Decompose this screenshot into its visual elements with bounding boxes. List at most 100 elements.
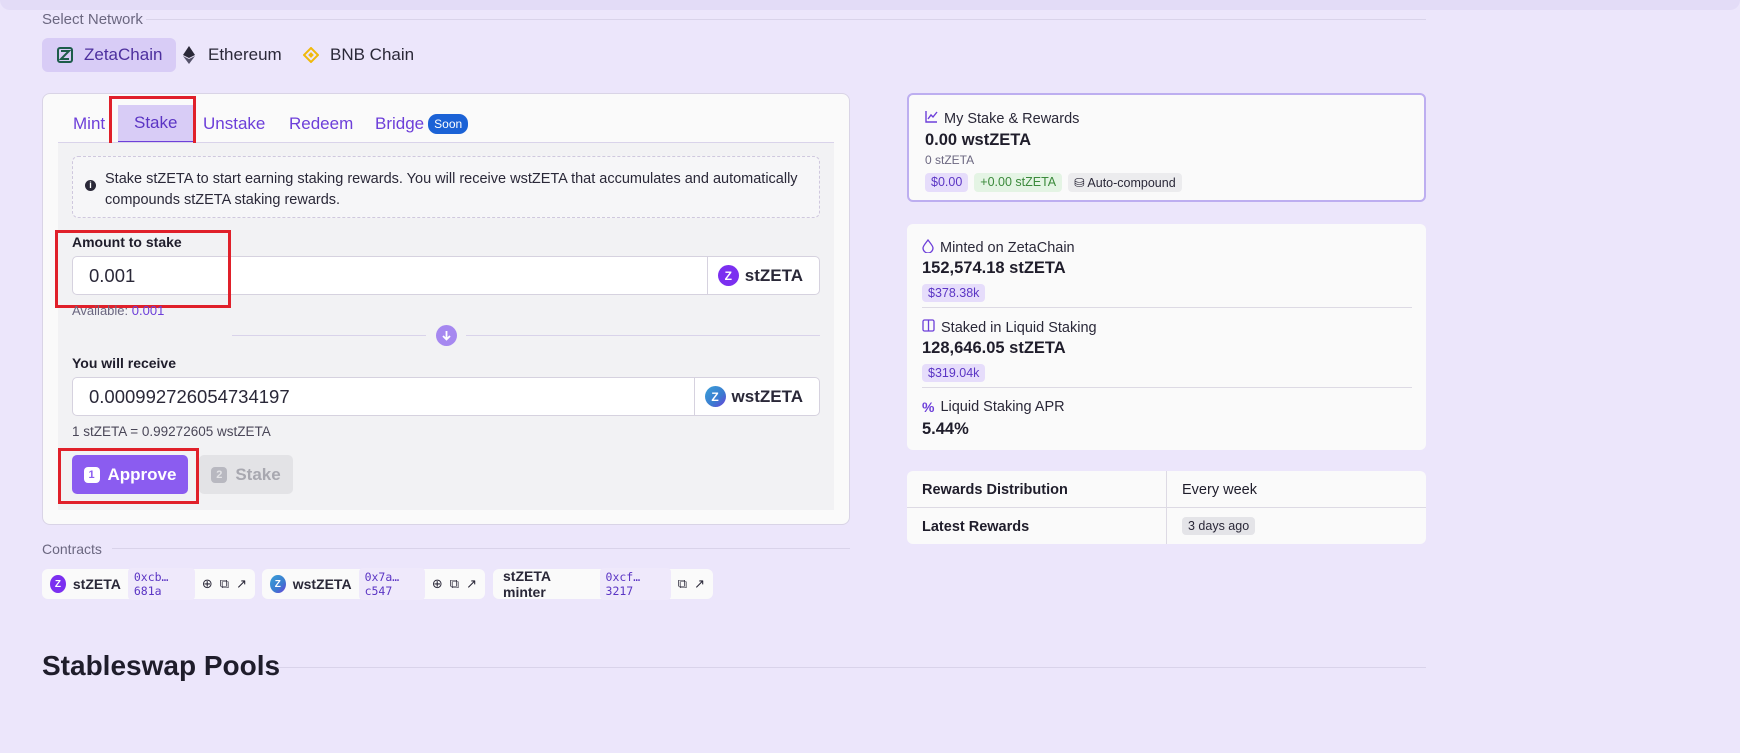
network-tab-zetachain[interactable]: ZetaChain — [42, 38, 177, 72]
receive-token-label: wstZETA — [731, 386, 803, 406]
network-tab-label: BNB Chain — [330, 45, 415, 64]
soon-badge: Soon — [428, 114, 469, 134]
top-background-strip — [0, 0, 1740, 10]
tab-mint[interactable]: Mint — [73, 105, 105, 143]
stat-apr-title-row: % Liquid Staking APR — [922, 399, 1065, 415]
network-divider — [146, 19, 1426, 20]
stat-value: 152,574.18 stZETA — [922, 259, 1066, 277]
my-stake-title: My Stake & Rewards — [944, 110, 1080, 127]
stableswap-title: Stableswap Pools — [42, 650, 281, 681]
tab-unstake[interactable]: Unstake — [203, 105, 265, 143]
swap-divider-left — [232, 335, 426, 336]
highlight-stake-tab — [109, 96, 196, 149]
amount-token: Z stZETA — [706, 257, 819, 294]
add-token-icon[interactable]: ⊕ — [202, 576, 213, 592]
copy-icon[interactable]: ⧉ — [450, 576, 459, 592]
stat-title: Staked in Liquid Staking — [941, 319, 1097, 336]
my-stake-chips: $0.00 +0.00 stZETA ⛁ Auto-compound — [925, 173, 1182, 192]
tab-redeem[interactable]: Redeem — [289, 105, 353, 143]
stat-value: 128,646.05 stZETA — [922, 339, 1066, 357]
stableswap-divider — [278, 667, 1426, 668]
available-label: Available: — [72, 303, 129, 318]
step-2-badge: 2 — [211, 466, 228, 483]
contracts-label: Contracts — [42, 541, 102, 557]
select-network-label: Select Network — [42, 11, 143, 28]
available-row: Available: 0.001 — [72, 303, 164, 318]
receive-token: Z wstZETA — [693, 378, 819, 415]
auto-compound-chip: ⛁ Auto-compound — [1068, 173, 1182, 192]
stat-usd-chip: $378.38k — [922, 284, 986, 302]
stats-divider — [922, 307, 1412, 308]
rewards-table: Rewards Distribution Every week Latest R… — [907, 471, 1426, 544]
my-stake-sub: 0 stZETA — [925, 153, 975, 167]
contract-name: stZETA minter — [503, 568, 551, 600]
receive-label: You will receive — [72, 355, 177, 371]
highlight-amount — [55, 230, 231, 308]
network-tab-bnb-chain[interactable]: BNB Chain — [288, 38, 428, 72]
table-label: Rewards Distribution — [922, 482, 1068, 498]
available-value[interactable]: 0.001 — [132, 303, 165, 318]
zetachain-icon — [56, 46, 74, 64]
tab-bridge[interactable]: Bridge Soon — [375, 105, 469, 143]
amount-token-label: stZETA — [744, 265, 803, 285]
auto-compound-label: Auto-compound — [1087, 176, 1176, 190]
contract-name: stZETA — [72, 576, 121, 592]
stat-value: 5.44% — [922, 420, 969, 438]
contract-name: wstZETA — [292, 576, 352, 592]
table-value: Every week — [1182, 482, 1257, 498]
network-tab-label: Ethereum — [208, 45, 282, 64]
network-tab-label: ZetaChain — [84, 45, 163, 64]
my-stake-title-row: My Stake & Rewards — [925, 110, 1079, 127]
my-stake-panel: My Stake & Rewards 0.00 wstZETA 0 stZETA… — [907, 93, 1426, 202]
chart-icon — [925, 110, 938, 127]
contract-address: 0xcb…681a — [127, 568, 195, 600]
external-link-icon[interactable]: ↗ — [236, 576, 247, 592]
contract-address: 0xcf…3217 — [599, 568, 671, 600]
stake-label: Stake — [235, 464, 281, 484]
usd-chip: $0.00 — [925, 173, 969, 192]
bnb-chain-icon — [302, 46, 320, 64]
contract-stzeta-minter: stZETA minter 0xcf…3217 ⧉ ↗ — [493, 568, 713, 600]
percent-icon: % — [922, 399, 935, 415]
info-box: i Stake stZETA to start earning staking … — [72, 156, 820, 218]
wstzeta-icon: Z — [704, 386, 726, 407]
external-link-icon[interactable]: ↗ — [466, 576, 477, 592]
book-icon — [922, 319, 935, 336]
table-row-divider — [907, 507, 1426, 508]
table-label: Latest Rewards — [922, 519, 1030, 535]
add-token-icon[interactable]: ⊕ — [432, 576, 443, 592]
gain-chip: +0.00 stZETA — [974, 173, 1063, 192]
exchange-rate: 1 stZETA = 0.99272605 wstZETA — [72, 424, 271, 439]
info-text: Stake stZETA to start earning staking re… — [105, 171, 798, 208]
network-tab-ethereum[interactable]: Ethereum — [166, 38, 296, 72]
stzeta-icon: Z — [717, 265, 739, 286]
highlight-approve — [58, 448, 199, 504]
contracts-divider — [112, 548, 850, 549]
stzeta-icon: Z — [50, 575, 66, 593]
stats-panel: Minted on ZetaChain 152,574.18 stZETA $3… — [907, 224, 1426, 450]
stake-button[interactable]: 2 Stake — [199, 455, 293, 494]
contract-stzeta: Z stZETA 0xcb…681a ⊕ ⧉ ↗ — [42, 568, 255, 600]
contract-address: 0x7a…c547 — [358, 568, 425, 600]
coins-icon: ⛁ — [1074, 176, 1085, 190]
copy-icon[interactable]: ⧉ — [220, 576, 229, 592]
drop-icon — [922, 238, 934, 257]
tab-bridge-label: Bridge — [375, 114, 425, 133]
swap-divider-right — [466, 335, 820, 336]
copy-icon[interactable]: ⧉ — [678, 576, 687, 592]
stat-staked-title-row: Staked in Liquid Staking — [922, 319, 1097, 336]
arrow-down-icon[interactable] — [436, 325, 457, 346]
receive-value: 0.000992726054734197 — [89, 385, 290, 407]
contract-wstzeta: Z wstZETA 0x7a…c547 ⊕ ⧉ ↗ — [262, 568, 485, 600]
stat-title: Liquid Staking APR — [940, 399, 1065, 415]
stat-title: Minted on ZetaChain — [940, 240, 1075, 256]
external-link-icon[interactable]: ↗ — [694, 576, 705, 592]
ethereum-icon — [180, 46, 198, 64]
info-icon: i — [85, 180, 96, 191]
latest-rewards-chip: 3 days ago — [1182, 517, 1256, 535]
stat-minted-title-row: Minted on ZetaChain — [922, 238, 1075, 257]
stat-usd-chip: $319.04k — [922, 364, 986, 382]
receive-output: 0.000992726054734197 Z wstZETA — [72, 377, 820, 416]
my-stake-value: 0.00 wstZETA — [925, 131, 1032, 149]
wstzeta-icon: Z — [270, 575, 286, 593]
